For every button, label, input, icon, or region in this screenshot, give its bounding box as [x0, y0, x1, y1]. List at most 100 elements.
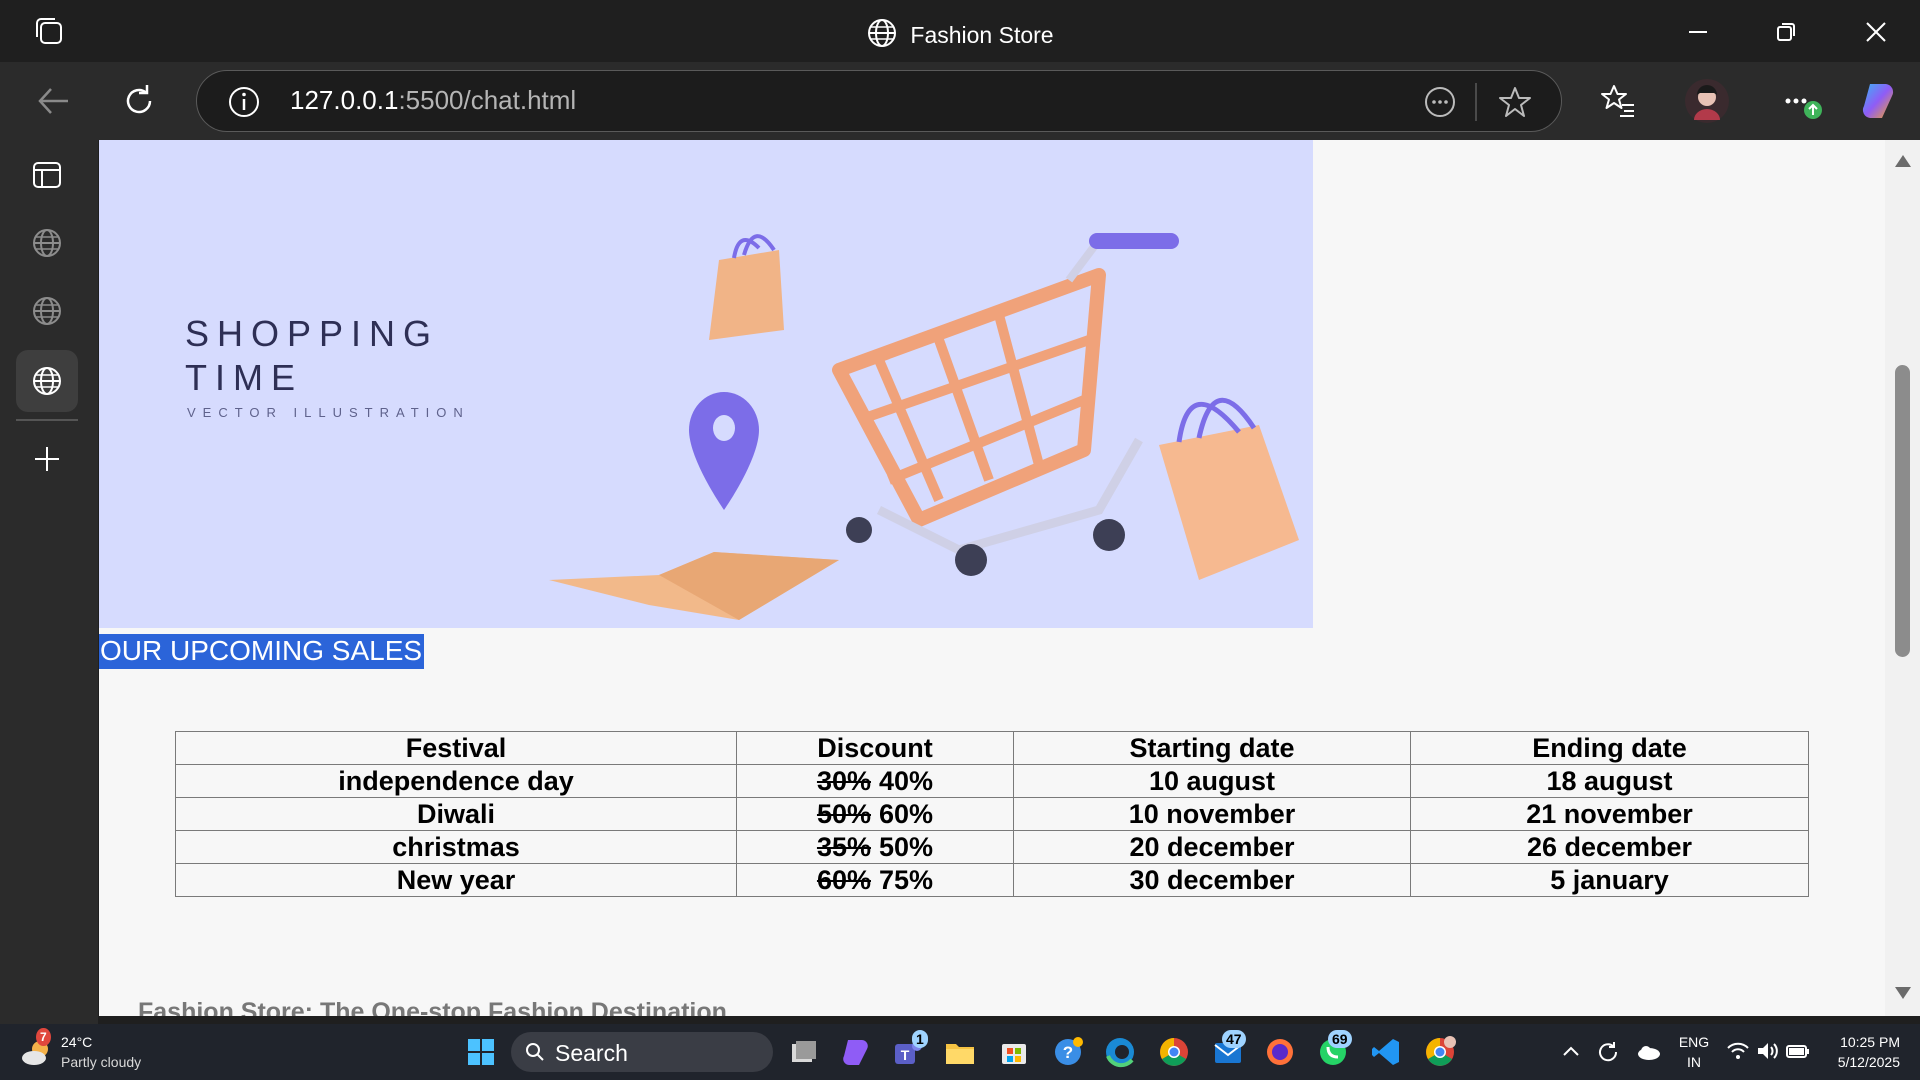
sidebar-tab-2[interactable]	[16, 280, 78, 342]
end-date-cell: 21 november	[1410, 797, 1809, 831]
vscode-icon[interactable]	[1368, 1034, 1404, 1070]
firefox-icon[interactable]	[1262, 1034, 1298, 1070]
favorite-star-icon[interactable]	[1497, 84, 1533, 120]
new-discount: 75%	[879, 865, 934, 895]
site-info-icon[interactable]	[227, 85, 261, 119]
profile-avatar[interactable]	[1684, 78, 1730, 124]
favorites-list-icon[interactable]	[1598, 81, 1638, 121]
globe-icon	[33, 297, 61, 325]
microsoft-store-icon[interactable]	[996, 1034, 1032, 1070]
address-bar-separator	[1475, 83, 1477, 121]
svg-text:?: ?	[1063, 1043, 1073, 1062]
table-row: Diwali 50% 60% 10 november 21 november	[175, 797, 1809, 831]
help-icon[interactable]: ?	[1050, 1034, 1086, 1070]
mail-badge: 47	[1222, 1030, 1246, 1048]
column-header-starting-date: Starting date	[1013, 731, 1411, 765]
table-row: christmas 35% 50% 20 december 26 december	[175, 830, 1809, 864]
web-page: SHOPPING TIME VECTOR ILLUSTRATION OUR UP…	[99, 140, 1885, 1016]
new-discount: 60%	[879, 799, 934, 829]
clock-date: 5/12/2025	[1837, 1054, 1900, 1070]
column-header-discount: Discount	[736, 731, 1014, 765]
svg-text:T: T	[901, 1047, 910, 1063]
chrome-profile-icon[interactable]	[1422, 1034, 1458, 1070]
show-hidden-icons-chevron-icon[interactable]	[1562, 1044, 1580, 1058]
copilot-taskbar-icon[interactable]	[838, 1034, 874, 1070]
windows-start-icon[interactable]	[463, 1034, 499, 1070]
search-label: Search	[555, 1040, 628, 1066]
minimize-icon[interactable]	[1680, 14, 1716, 50]
temperature: 24°C	[61, 1034, 93, 1050]
end-date-cell: 26 december	[1410, 830, 1809, 864]
sidebar-panel-toggle[interactable]	[16, 144, 78, 206]
start-date-cell: 10 november	[1013, 797, 1411, 831]
file-explorer-icon[interactable]	[942, 1034, 978, 1070]
discount-cell: 60% 75%	[736, 863, 1014, 897]
old-discount: 50%	[816, 799, 871, 829]
browser-title-bar: Fashion Store	[0, 0, 1920, 62]
new-discount: 50%	[879, 832, 934, 862]
start-date-cell: 10 august	[1013, 764, 1411, 798]
battery-icon[interactable]	[1786, 1042, 1810, 1060]
url-host: 127.0.0.1	[290, 85, 399, 115]
teams-badge: 1	[912, 1030, 928, 1048]
scroll-up-arrow-icon[interactable]	[1894, 154, 1912, 168]
close-icon[interactable]	[1858, 14, 1894, 50]
restore-icon[interactable]	[1768, 14, 1804, 50]
address-bar[interactable]: 127.0.0.1:5500/chat.html	[196, 70, 1562, 132]
upcoming-sales-heading: OUR UPCOMING SALES	[99, 634, 425, 669]
edge-browser-icon[interactable]	[1102, 1034, 1138, 1070]
globe-icon	[33, 229, 61, 257]
banner-heading: SHOPPING TIME	[185, 312, 439, 400]
start-date-cell: 20 december	[1013, 830, 1411, 864]
settings-more-icon[interactable]	[1780, 81, 1828, 121]
url-path: :5500/chat.html	[398, 85, 577, 115]
sidebar-tab-1[interactable]	[16, 212, 78, 274]
sales-table: Festival Discount Starting date Ending d…	[175, 731, 1809, 897]
sidebar-divider	[16, 419, 78, 421]
new-discount: 40%	[879, 766, 934, 796]
task-view-icon[interactable]	[786, 1034, 822, 1070]
end-date-cell: 18 august	[1410, 764, 1809, 798]
region-code: IN	[1687, 1054, 1701, 1070]
back-arrow-icon[interactable]	[34, 81, 74, 121]
column-header-ending-date: Ending date	[1410, 731, 1809, 765]
sync-icon[interactable]	[1596, 1040, 1620, 1064]
weather-badge: 7	[36, 1028, 51, 1046]
volume-icon[interactable]	[1756, 1040, 1780, 1062]
festival-cell: New year	[175, 863, 737, 897]
sidebar-panel-icon	[33, 162, 61, 188]
language-indicator[interactable]: ENG IN	[1678, 1032, 1710, 1072]
chrome-icon[interactable]	[1156, 1034, 1192, 1070]
copilot-icon[interactable]	[1856, 78, 1902, 124]
old-discount: 60%	[816, 865, 871, 895]
window-title-text: Fashion Store	[910, 22, 1054, 48]
new-tab-button[interactable]	[16, 428, 78, 490]
clock-time: 10:25 PM	[1840, 1034, 1900, 1050]
language-code: ENG	[1678, 1034, 1710, 1050]
clock[interactable]: 10:25 PM 5/12/2025	[1820, 1032, 1900, 1072]
table-header-row: Festival Discount Starting date Ending d…	[175, 731, 1809, 765]
scrollbar-thumb[interactable]	[1895, 365, 1910, 657]
taskbar-search[interactable]: Search	[511, 1032, 773, 1072]
page-scrollbar[interactable]	[1885, 140, 1920, 1016]
url-text: 127.0.0.1:5500/chat.html	[290, 85, 576, 116]
banner-heading-line1: SHOPPING	[185, 313, 440, 354]
banner-heading-line2: TIME	[185, 357, 303, 398]
footer-tagline: Fashion Store: The One-stop Fashion Dest…	[138, 998, 727, 1016]
sidebar-tab-active[interactable]	[16, 350, 78, 412]
table-row: independence day 30% 40% 10 august 18 aug…	[175, 764, 1809, 798]
wifi-icon[interactable]	[1726, 1040, 1750, 1062]
shopping-banner-image: SHOPPING TIME VECTOR ILLUSTRATION	[99, 140, 1313, 628]
festival-cell: independence day	[175, 764, 737, 798]
scroll-down-arrow-icon[interactable]	[1894, 986, 1912, 1000]
refresh-icon[interactable]	[119, 81, 159, 121]
whatsapp-badge: 69	[1328, 1030, 1352, 1048]
discount-cell: 35% 50%	[736, 830, 1014, 864]
vertical-tabs-sidebar	[0, 140, 98, 1024]
more-options-circle-icon[interactable]	[1423, 85, 1457, 119]
windows-taskbar: 7 24°C Partly cloudy Search T 1 ? 47 69 …	[0, 1024, 1920, 1080]
festival-cell: christmas	[175, 830, 737, 864]
discount-cell: 30% 40%	[736, 764, 1014, 798]
onedrive-cloud-icon[interactable]	[1636, 1042, 1662, 1062]
shopping-cart-illustration	[549, 233, 1299, 620]
